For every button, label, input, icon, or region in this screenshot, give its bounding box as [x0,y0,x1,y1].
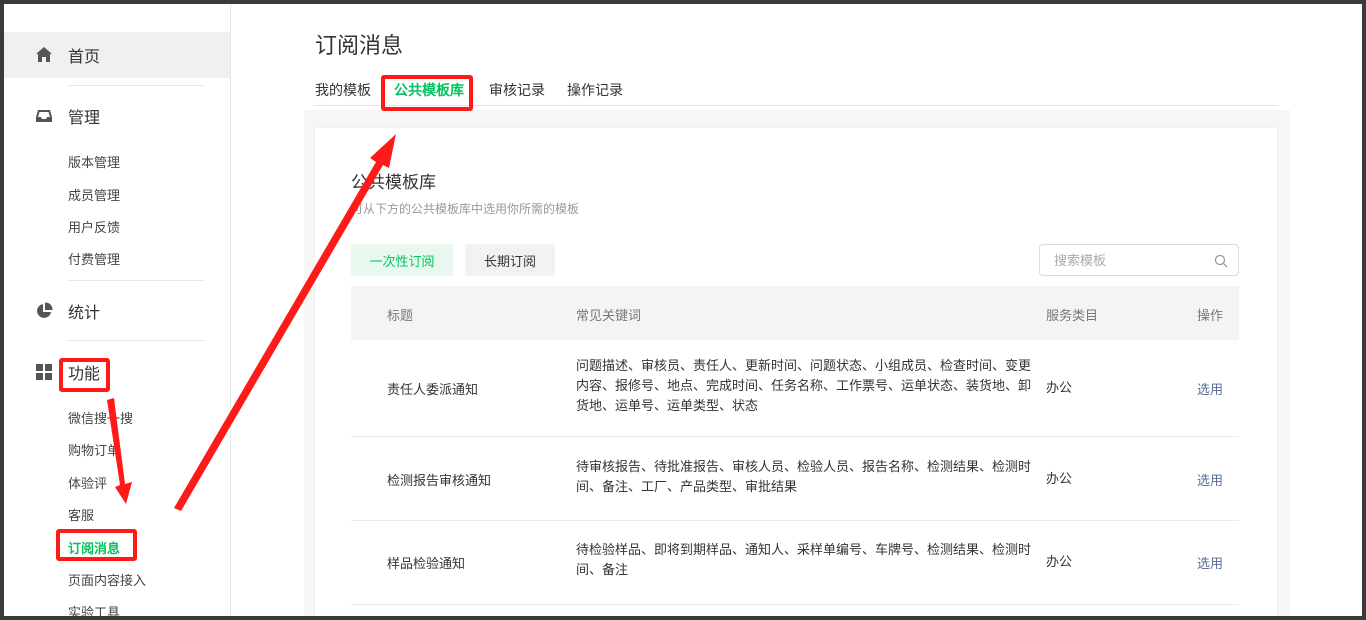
annotation-arrows [107,134,396,511]
app-window: 首页 管理 版本管理 成员管理 用户反馈 付费管理 统计 功能 微信搜一搜 购物… [4,4,1362,616]
arrow-up [174,134,396,511]
arrow-down [107,398,132,504]
